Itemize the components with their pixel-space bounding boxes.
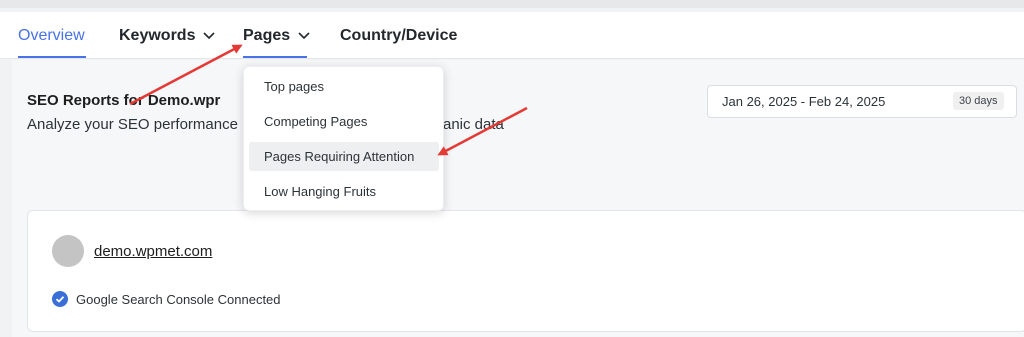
chevron-down-icon <box>298 31 310 39</box>
menu-item-low-hanging-fruits[interactable]: Low Hanging Fruits <box>249 177 439 206</box>
site-link[interactable]: demo.wpmet.com <box>94 243 212 260</box>
date-range-value: Jan 26, 2025 - Feb 24, 2025 <box>722 94 886 109</box>
check-circle-icon <box>52 291 68 307</box>
tab-pages-underline <box>243 56 307 58</box>
menu-item-pages-requiring-attention[interactable]: Pages Requiring Attention <box>249 142 439 171</box>
tab-keywords[interactable]: Keywords <box>119 12 216 59</box>
tab-bar: Overview Keywords Pages Country/Device <box>0 12 1024 59</box>
pages-dropdown-menu: Top pages Competing Pages Pages Requirin… <box>243 66 444 211</box>
page-title: SEO Reports for Demo.wpr <box>27 92 221 109</box>
date-range-badge: 30 days <box>953 92 1004 110</box>
tab-overview-underline <box>18 56 86 58</box>
tab-pages-label: Pages <box>243 26 291 44</box>
menu-item-competing-pages[interactable]: Competing Pages <box>249 107 439 136</box>
avatar <box>52 235 84 267</box>
chevron-down-icon <box>203 31 216 39</box>
top-strip <box>0 0 1024 8</box>
tab-pages[interactable]: Pages <box>243 12 310 59</box>
page-subtitle: Analyze your SEO performance <box>27 116 238 133</box>
tab-overview-label: Overview <box>18 26 85 44</box>
menu-item-top-pages[interactable]: Top pages <box>249 72 439 101</box>
tab-keywords-label: Keywords <box>119 26 196 44</box>
page-subtitle-tail: anic data <box>443 116 504 133</box>
date-range-picker[interactable]: Jan 26, 2025 - Feb 24, 2025 30 days <box>707 85 1017 118</box>
tab-country-device[interactable]: Country/Device <box>340 12 457 59</box>
connection-status-text: Google Search Console Connected <box>76 291 281 307</box>
tab-overview[interactable]: Overview <box>18 12 85 59</box>
site-card: demo.wpmet.com Google Search Console Con… <box>27 210 1024 332</box>
connection-status: Google Search Console Connected <box>52 291 281 307</box>
tab-country-device-label: Country/Device <box>340 26 458 44</box>
